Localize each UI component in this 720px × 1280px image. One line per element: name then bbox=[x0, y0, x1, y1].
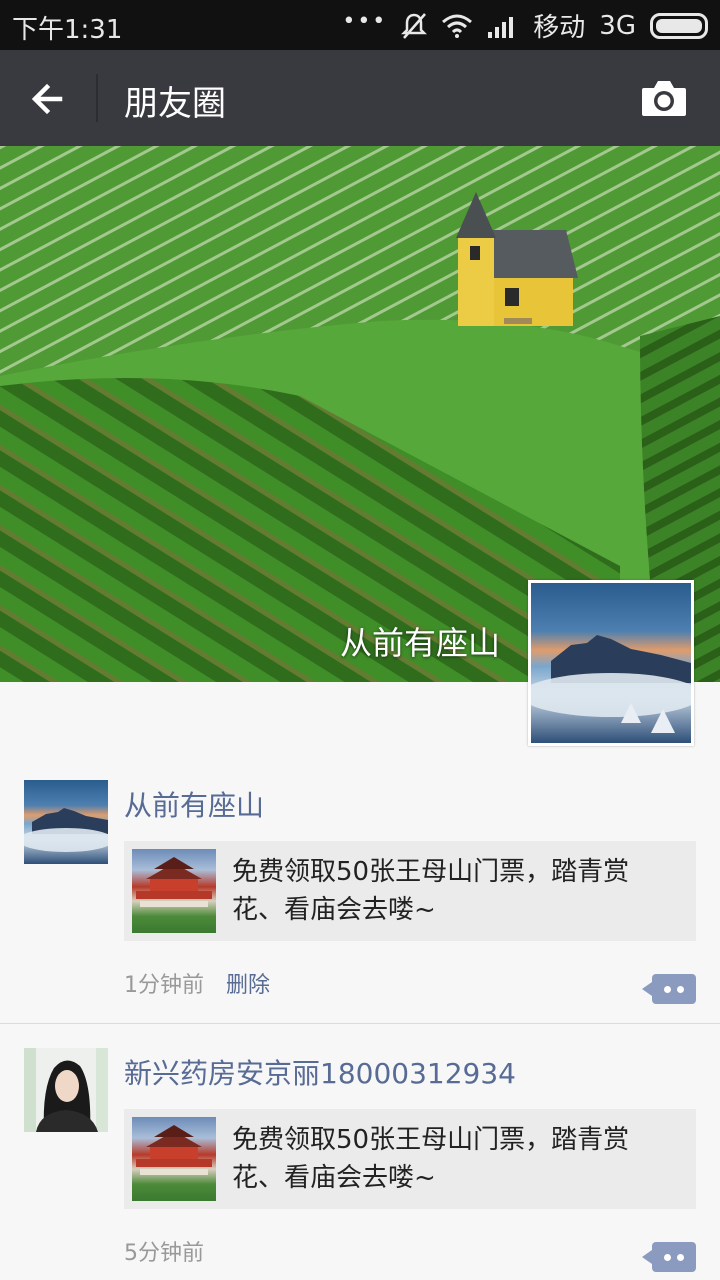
link-thumbnail bbox=[132, 1117, 216, 1201]
signal-icon bbox=[488, 16, 514, 38]
wifi-icon bbox=[442, 14, 473, 38]
comment-dot bbox=[677, 1254, 684, 1261]
top-toolbar: 朋友圈 bbox=[0, 50, 720, 146]
comment-icon[interactable] bbox=[642, 1242, 696, 1272]
status-time: 下午1:31 bbox=[12, 15, 123, 45]
avatar-mountain-image bbox=[531, 583, 691, 743]
comment-dot bbox=[664, 986, 671, 993]
comment-icon[interactable] bbox=[642, 974, 696, 1004]
comment-dot bbox=[677, 986, 684, 993]
shared-link-card[interactable]: 免费领取50张王母山门票，踏青赏花、看庙会去喽~ bbox=[124, 841, 696, 941]
status-icons: ••• 移动 3G bbox=[342, 7, 708, 44]
cover-username: 从前有座山 bbox=[339, 624, 500, 662]
delete-link[interactable]: 删除 bbox=[226, 973, 270, 998]
status-bar: 下午1:31 ••• 移动 3G bbox=[0, 0, 720, 50]
post-divider bbox=[0, 1023, 720, 1024]
arrow-left-icon[interactable] bbox=[26, 76, 72, 122]
post-time: 1分钟前 bbox=[124, 973, 204, 998]
link-title: 免费领取50张王母山门票，踏青赏花、看庙会去喽~ bbox=[232, 857, 630, 925]
profile-avatar[interactable] bbox=[528, 580, 694, 746]
carrier-label: 移动 bbox=[533, 13, 586, 43]
link-thumbnail bbox=[132, 849, 216, 933]
shared-link-card[interactable]: 免费领取50张王母山门票，踏青赏花、看庙会去喽~ bbox=[124, 1109, 696, 1209]
camera-icon[interactable] bbox=[640, 78, 688, 118]
post-time: 5分钟前 bbox=[124, 1241, 204, 1266]
toolbar-divider bbox=[96, 74, 98, 122]
author-name[interactable]: 从前有座山 bbox=[124, 784, 264, 824]
author-avatar[interactable] bbox=[24, 1048, 108, 1132]
network-label: 3G bbox=[599, 10, 636, 41]
mute-bell-icon bbox=[401, 12, 428, 39]
post-meta: 5分钟前 bbox=[124, 1235, 204, 1267]
more-dots-icon: ••• bbox=[342, 9, 388, 34]
battery-icon bbox=[650, 12, 708, 39]
comment-dot bbox=[664, 1254, 671, 1261]
page-title: 朋友圈 bbox=[124, 84, 226, 124]
author-avatar[interactable] bbox=[24, 780, 108, 864]
author-name[interactable]: 新兴药房安京丽18000312934 bbox=[124, 1052, 516, 1092]
link-title: 免费领取50张王母山门票，踏青赏花、看庙会去喽~ bbox=[232, 1125, 630, 1193]
post-meta: 1分钟前 删除 bbox=[124, 967, 270, 999]
